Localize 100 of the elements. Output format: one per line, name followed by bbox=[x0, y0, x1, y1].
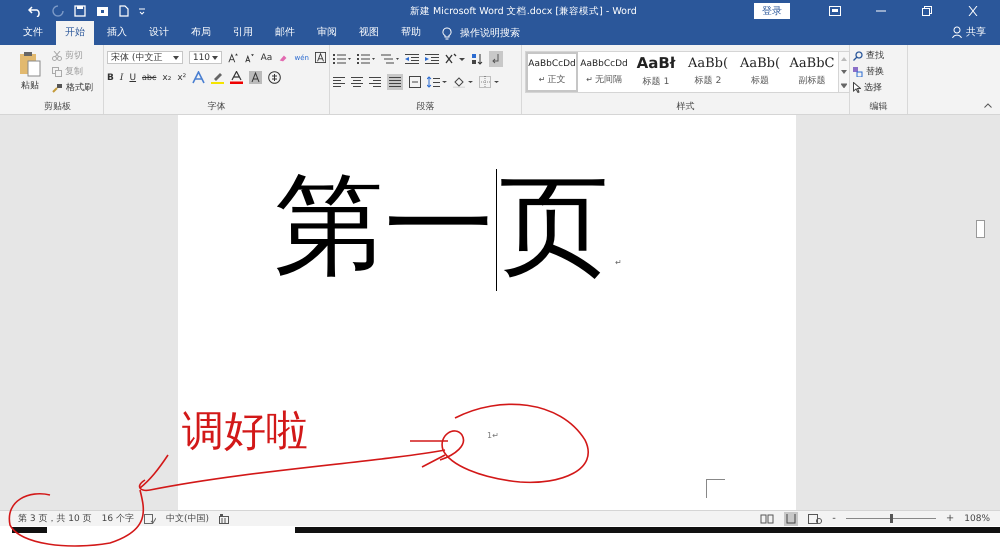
character-shading-icon[interactable] bbox=[249, 71, 262, 84]
read-mode-icon[interactable] bbox=[760, 514, 774, 524]
select-button[interactable]: 选择 bbox=[853, 81, 904, 94]
print-layout-toggle[interactable] bbox=[784, 512, 798, 526]
ribbon-tab[interactable]: 布局 bbox=[182, 21, 220, 45]
font-name-dropdown[interactable]: 宋体 (中文正 bbox=[107, 51, 183, 64]
folder-icon[interactable] bbox=[96, 5, 109, 17]
page-number: 1↵ bbox=[487, 431, 499, 440]
share-button[interactable]: 共享 bbox=[938, 25, 1000, 45]
line-spacing-icon[interactable] bbox=[427, 76, 447, 88]
restore-icon[interactable] bbox=[921, 6, 933, 16]
highlighter-icon[interactable] bbox=[211, 71, 224, 84]
scrollbar-thumb[interactable] bbox=[976, 220, 985, 238]
paintbrush-icon bbox=[52, 82, 63, 92]
ribbon-tab[interactable]: 审阅 bbox=[308, 21, 346, 45]
page-icon bbox=[786, 514, 796, 524]
web-layout-icon[interactable] bbox=[808, 514, 822, 524]
undo-icon[interactable] bbox=[28, 5, 42, 17]
zoom-level[interactable]: 108% bbox=[964, 514, 990, 524]
align-left-icon[interactable] bbox=[333, 76, 345, 88]
replace-button[interactable]: 替换 bbox=[853, 65, 904, 78]
search-icon bbox=[853, 50, 863, 60]
show-formatting-toggle[interactable] bbox=[489, 51, 503, 67]
customize-icon[interactable] bbox=[139, 7, 145, 15]
page-count[interactable]: 第 3 页，共 10 页 bbox=[18, 512, 92, 525]
crop-mark bbox=[706, 479, 725, 498]
paste-button[interactable]: 粘贴 bbox=[21, 79, 39, 92]
caret-icon bbox=[841, 70, 847, 74]
character-border-icon[interactable] bbox=[314, 51, 326, 64]
change-case-button[interactable]: Aa bbox=[260, 52, 272, 62]
multilevel-list-icon[interactable] bbox=[381, 53, 399, 65]
tell-me-field[interactable]: 操作说明搜索 bbox=[458, 27, 552, 40]
proofing-icon[interactable] bbox=[144, 514, 156, 524]
justify-toggle[interactable] bbox=[387, 74, 403, 90]
group-label: 字体 bbox=[206, 100, 226, 114]
caret-icon bbox=[841, 56, 847, 60]
ribbon-tab[interactable]: 插入 bbox=[98, 21, 136, 45]
text-effects-icon[interactable] bbox=[192, 71, 206, 84]
format-button[interactable]: U bbox=[129, 72, 136, 82]
shrink-font-icon[interactable] bbox=[244, 52, 255, 64]
replace-icon bbox=[853, 66, 863, 76]
increase-indent-icon[interactable] bbox=[425, 53, 439, 65]
language-indicator[interactable]: 中文(中国) bbox=[166, 512, 209, 525]
enclosed-character-icon[interactable] bbox=[268, 71, 282, 84]
clipboard-icon[interactable] bbox=[19, 51, 41, 77]
paint-bucket-icon[interactable] bbox=[453, 76, 473, 88]
person-icon bbox=[952, 26, 963, 38]
borders-icon[interactable] bbox=[479, 76, 499, 88]
paragraph-mark: ↵ bbox=[615, 258, 622, 267]
ribbon-tab[interactable]: 文件 bbox=[14, 21, 52, 45]
document-heading: 页 bbox=[499, 160, 609, 291]
decrease-indent-icon[interactable] bbox=[405, 53, 419, 65]
caret-icon bbox=[212, 56, 218, 60]
format-button[interactable]: I bbox=[120, 72, 124, 82]
document-heading: 第一 bbox=[274, 160, 494, 291]
format-button[interactable]: B bbox=[107, 72, 114, 82]
zoom-in-button[interactable]: + bbox=[946, 513, 954, 524]
ribbon-display-icon[interactable] bbox=[829, 6, 841, 16]
format-painter-button[interactable]: 格式刷 bbox=[52, 81, 93, 94]
save-icon[interactable] bbox=[74, 5, 86, 17]
caret-icon bbox=[172, 56, 179, 60]
ribbon-tab[interactable]: 引用 bbox=[224, 21, 262, 45]
collapse-ribbon-icon[interactable] bbox=[984, 103, 992, 108]
group-label: 样式 bbox=[676, 100, 696, 114]
format-button[interactable]: x₂ bbox=[162, 72, 172, 82]
distributed-icon[interactable] bbox=[409, 76, 421, 88]
group-label: 编辑 bbox=[868, 100, 888, 114]
format-button[interactable]: abc bbox=[142, 73, 156, 82]
align-center-icon[interactable] bbox=[351, 76, 363, 88]
ribbon-tab[interactable]: 视图 bbox=[350, 21, 388, 45]
handwritten-note: 调好啦 bbox=[182, 408, 308, 454]
ribbon-tab[interactable]: 邮件 bbox=[266, 21, 304, 45]
bullets-icon[interactable] bbox=[333, 53, 351, 65]
pointer-icon bbox=[853, 82, 861, 93]
zoom-slider-thumb[interactable] bbox=[890, 514, 893, 523]
group-label: 剪贴板 bbox=[43, 100, 72, 114]
font-size-dropdown[interactable]: 110 bbox=[188, 51, 222, 64]
align-right-icon[interactable] bbox=[369, 76, 381, 88]
login-button[interactable]: 登录 bbox=[754, 3, 790, 19]
macro-icon[interactable] bbox=[218, 514, 229, 524]
grow-font-icon[interactable] bbox=[228, 52, 238, 64]
word-count[interactable]: 16 个字 bbox=[102, 512, 134, 525]
gallery-scrollbar[interactable] bbox=[838, 52, 849, 92]
ribbon-tab[interactable]: 设计 bbox=[140, 21, 178, 45]
font-color-icon[interactable] bbox=[230, 71, 244, 84]
ribbon-tab[interactable]: 帮助 bbox=[392, 21, 430, 45]
new-document-icon[interactable] bbox=[119, 5, 129, 17]
numbering-icon[interactable] bbox=[357, 53, 375, 65]
redo-icon[interactable] bbox=[52, 5, 64, 17]
lightbulb-icon bbox=[442, 27, 452, 40]
find-button[interactable]: 查找 bbox=[853, 49, 904, 62]
taskbar bbox=[12, 527, 47, 533]
zoom-out-button[interactable]: - bbox=[832, 513, 836, 524]
close-icon[interactable] bbox=[967, 6, 979, 16]
ribbon-tab[interactable]: 开始 bbox=[56, 21, 94, 45]
scissors-icon bbox=[52, 50, 62, 60]
asian-layout-icon[interactable] bbox=[445, 53, 465, 65]
format-button[interactable]: x² bbox=[177, 72, 186, 82]
sort-icon[interactable] bbox=[471, 53, 483, 65]
style-option[interactable]: AaBbCcDd ↵ 正文 bbox=[526, 52, 578, 92]
